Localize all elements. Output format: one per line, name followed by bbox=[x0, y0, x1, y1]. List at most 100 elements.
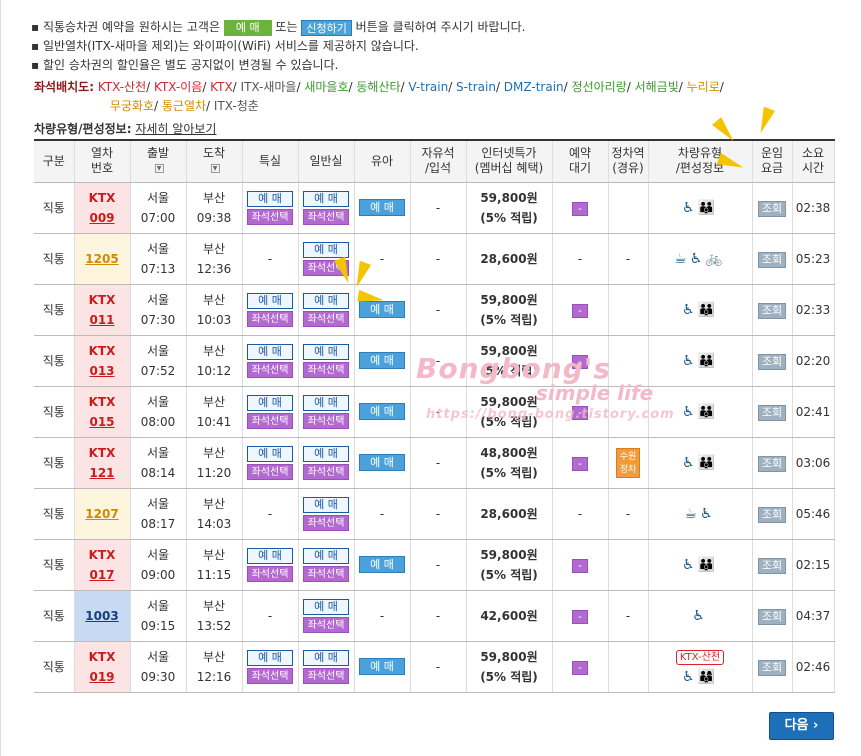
table-row: 직통 KTX 019 서울 09:30 부산 12:16 예 매 좌석선택 예 매 좌석선… bbox=[34, 641, 835, 693]
fare-lookup-button[interactable]: 조회 bbox=[758, 251, 786, 268]
general-book-button[interactable]: 예 매 bbox=[303, 547, 349, 564]
fare-lookup-button[interactable]: 조회 bbox=[758, 353, 786, 370]
general-seat-button[interactable]: 좌석선택 bbox=[303, 565, 349, 582]
notice-item: ▪ 할인 승차권의 할인율은 별도 공지없이 변경될 수 있습니다. bbox=[31, 58, 339, 72]
seatmap-link-itx-cheongchun[interactable]: ITX-청춘 bbox=[214, 99, 259, 113]
special-seat-button[interactable]: 좌석선택 bbox=[247, 208, 293, 225]
bicycle-icon: 🚲 bbox=[705, 250, 726, 267]
special-book-button[interactable]: 예 매 bbox=[247, 649, 293, 666]
fare-lookup-button[interactable]: 조회 bbox=[758, 608, 786, 625]
next-button[interactable]: 다음 › bbox=[769, 712, 834, 740]
table-row: 직통 KTX 121 서울 08:14 부산 11:20 예 매 좌석선택 예 매 좌석선… bbox=[34, 437, 835, 489]
general-book-button[interactable]: 예 매 bbox=[303, 445, 349, 462]
general-book-button[interactable]: 예 매 bbox=[303, 292, 349, 309]
fare-lookup-button[interactable]: 조회 bbox=[758, 200, 786, 217]
special-seat-button[interactable]: 좌석선택 bbox=[247, 361, 293, 378]
fare-lookup-button[interactable]: 조회 bbox=[758, 455, 786, 472]
general-book-button[interactable]: 예 매 bbox=[303, 649, 349, 666]
train-number[interactable]: 1003 bbox=[74, 590, 131, 642]
seatmap-link-v-train[interactable]: V-train bbox=[408, 80, 448, 94]
special-book-button[interactable]: 예 매 bbox=[247, 190, 293, 207]
fare-lookup-button[interactable]: 조회 bbox=[758, 557, 786, 574]
car-info-link[interactable]: 자세히 알아보기 bbox=[135, 122, 216, 136]
seatmap-link-ktx-eum[interactable]: KTX-이음 bbox=[154, 80, 202, 94]
infant-book-button[interactable]: 예 매 bbox=[359, 403, 405, 420]
waitlist-button[interactable]: - bbox=[572, 456, 588, 471]
special-seat-button[interactable]: 좌석선택 bbox=[247, 412, 293, 429]
train-number[interactable]: KTX 015 bbox=[74, 386, 131, 438]
seatmap-link-s-train[interactable]: S-train bbox=[456, 80, 496, 94]
general-seat-button[interactable]: 좌석선택 bbox=[303, 208, 349, 225]
waitlist-button[interactable]: - bbox=[572, 405, 588, 420]
general-book-button[interactable]: 예 매 bbox=[303, 343, 349, 360]
seatmap-link-mugunghwa[interactable]: 무궁화호 bbox=[110, 99, 154, 113]
waitlist-button[interactable]: - bbox=[572, 354, 588, 369]
family-icon: 👪 bbox=[697, 199, 718, 216]
seatmap-link-ktx[interactable]: KTX bbox=[210, 80, 233, 94]
header-departure[interactable]: 출발 ▼ bbox=[130, 139, 187, 183]
seatmap-link-jeongseon-arirang[interactable]: 정선아리랑 bbox=[572, 80, 627, 94]
general-seat-button[interactable]: 좌석선택 bbox=[303, 463, 349, 480]
train-number[interactable]: 1205 bbox=[74, 233, 131, 285]
general-seat-button[interactable]: 좌석선택 bbox=[303, 310, 349, 327]
waitlist-button[interactable]: - bbox=[572, 558, 588, 573]
general-seat-button[interactable]: 좌석선택 bbox=[303, 616, 349, 633]
general-seat-button[interactable]: 좌석선택 bbox=[303, 412, 349, 429]
seatmap-link-nuriro[interactable]: 누리로 bbox=[687, 80, 720, 94]
stop-badge[interactable]: 수원 정차 bbox=[616, 447, 640, 478]
special-seat-button[interactable]: 좌석선택 bbox=[247, 565, 293, 582]
fare-lookup-button[interactable]: 조회 bbox=[758, 659, 786, 676]
seatmap-link-saemaeul[interactable]: 새마을호 bbox=[304, 80, 348, 94]
special-seat-button[interactable]: 좌석선택 bbox=[247, 667, 293, 684]
train-number[interactable]: KTX 009 bbox=[74, 182, 131, 234]
infant-book-button[interactable]: 예 매 bbox=[359, 199, 405, 216]
infant-book-button[interactable]: 예 매 bbox=[359, 658, 405, 675]
waitlist-button[interactable]: - bbox=[572, 660, 588, 675]
special-seat-button[interactable]: 좌석선택 bbox=[247, 463, 293, 480]
train-number[interactable]: KTX 013 bbox=[74, 335, 131, 387]
sample-yemae-button: 예 매 bbox=[223, 19, 272, 36]
seatmap-link-donghae-santa[interactable]: 동해산타 bbox=[356, 80, 400, 94]
seatmap-link-seohae-geumbit[interactable]: 서해금빛 bbox=[635, 80, 679, 94]
special-book-button[interactable]: 예 매 bbox=[247, 394, 293, 411]
seatmap-link-dmz-train[interactable]: DMZ-train bbox=[504, 80, 564, 94]
wheelchair-icon: ♿ bbox=[682, 352, 698, 369]
infant-book-button[interactable]: 예 매 bbox=[359, 454, 405, 471]
general-book-button[interactable]: 예 매 bbox=[303, 496, 349, 513]
train-number[interactable]: KTX 017 bbox=[74, 539, 131, 591]
seatmap-link-ktx-sancheon[interactable]: KTX-산천 bbox=[98, 80, 146, 94]
sort-icon: ▼ bbox=[210, 164, 220, 174]
car-type-icons: ♿👪 bbox=[682, 404, 718, 420]
special-book-button[interactable]: 예 매 bbox=[247, 292, 293, 309]
table-seat-icon: 👨‍👩‍👦 bbox=[697, 669, 718, 685]
special-seat-button[interactable]: 좌석선택 bbox=[247, 310, 293, 327]
train-number[interactable]: 1207 bbox=[74, 488, 131, 540]
general-book-button[interactable]: 예 매 bbox=[303, 598, 349, 615]
fare-lookup-button[interactable]: 조회 bbox=[758, 302, 786, 319]
fare-lookup-button[interactable]: 조회 bbox=[758, 404, 786, 421]
special-book-button[interactable]: 예 매 bbox=[247, 445, 293, 462]
seatmap-link-commuter[interactable]: 통근열차 bbox=[162, 99, 206, 113]
wheelchair-icon: ♿ bbox=[700, 505, 716, 522]
general-book-button[interactable]: 예 매 bbox=[303, 190, 349, 207]
fare-lookup-button[interactable]: 조회 bbox=[758, 506, 786, 523]
train-number[interactable]: KTX 011 bbox=[74, 284, 131, 336]
special-book-button[interactable]: 예 매 bbox=[247, 547, 293, 564]
seatmap-link-itx-saemaeul[interactable]: ITX-새마을 bbox=[241, 80, 297, 94]
table-row: 직통 KTX 013 서울 07:52 부산 10:12 예 매 좌석선택 예 매 좌석선… bbox=[34, 335, 835, 387]
general-seat-button[interactable]: 좌석선택 bbox=[303, 361, 349, 378]
train-number[interactable]: KTX 019 bbox=[74, 641, 131, 693]
waitlist-button[interactable]: - bbox=[572, 201, 588, 216]
general-book-button[interactable]: 예 매 bbox=[303, 241, 349, 258]
special-book-button[interactable]: 예 매 bbox=[247, 343, 293, 360]
waitlist-button[interactable]: - bbox=[572, 303, 588, 318]
general-seat-button[interactable]: 좌석선택 bbox=[303, 667, 349, 684]
table-row: 직통 1205 서울 07:13 부산 12:36 - 예 매 좌석선택 - - 28… bbox=[34, 233, 835, 285]
infant-book-button[interactable]: 예 매 bbox=[359, 352, 405, 369]
general-seat-button[interactable]: 좌석선택 bbox=[303, 514, 349, 531]
train-number[interactable]: KTX 121 bbox=[74, 437, 131, 489]
general-book-button[interactable]: 예 매 bbox=[303, 394, 349, 411]
infant-book-button[interactable]: 예 매 bbox=[359, 556, 405, 573]
header-arrival[interactable]: 도착 ▼ bbox=[186, 139, 243, 183]
waitlist-button[interactable]: - bbox=[572, 609, 588, 624]
